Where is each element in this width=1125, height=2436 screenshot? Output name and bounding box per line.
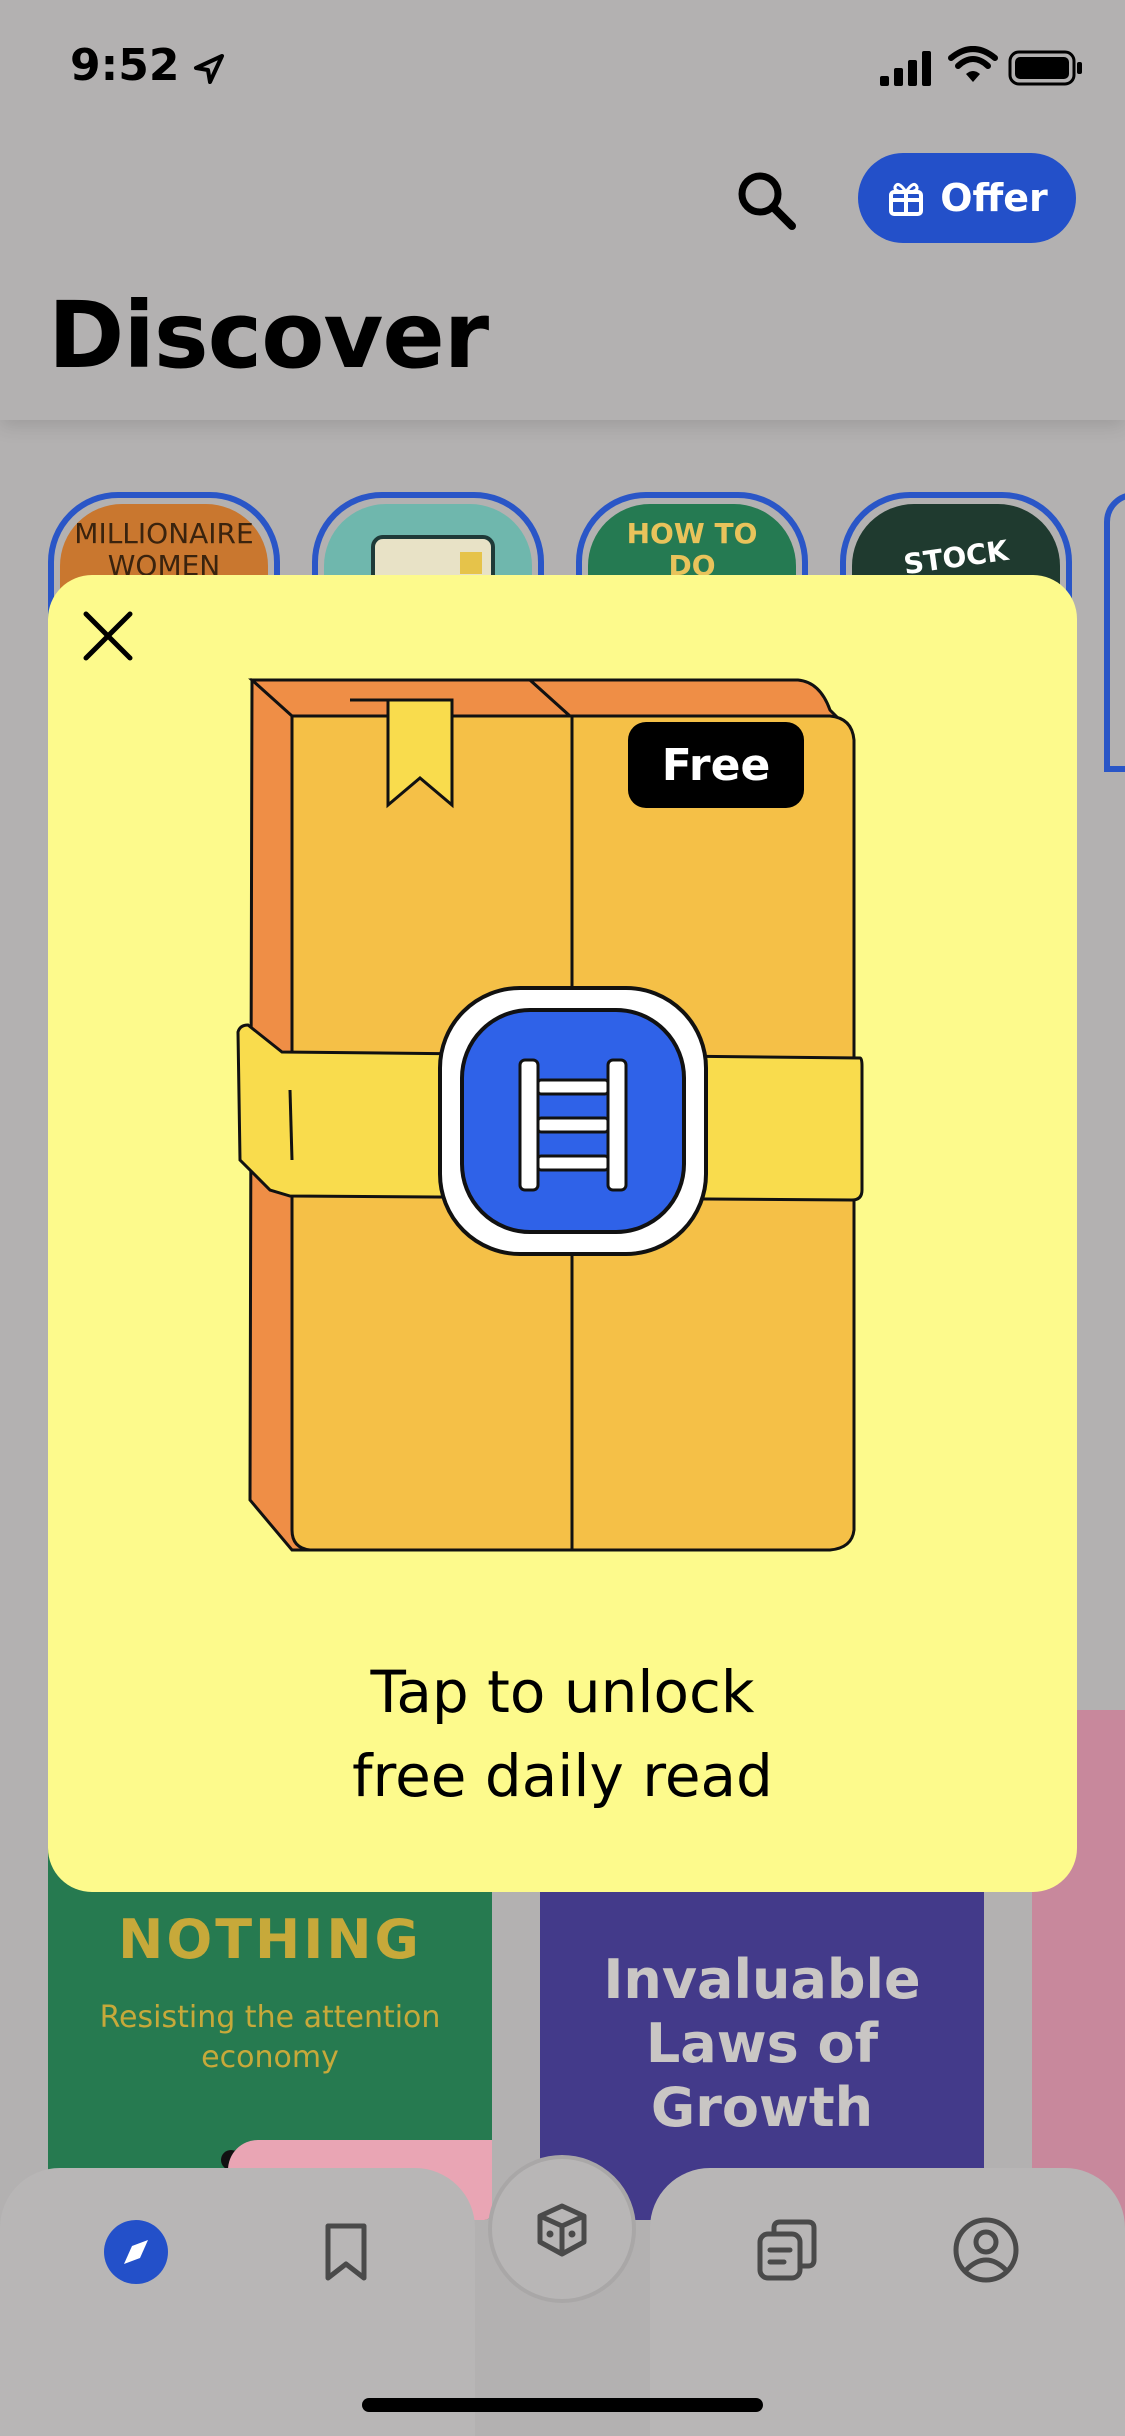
- battery-icon: [1008, 50, 1082, 86]
- gift-icon: [889, 182, 924, 216]
- location-arrow-icon: [194, 54, 224, 84]
- book-subtitle: Resisting the attention economy: [99, 2000, 441, 2075]
- free-badge: Free: [661, 739, 771, 791]
- close-icon[interactable]: [80, 608, 136, 664]
- book-title: Invaluable Laws of Growth: [603, 1948, 921, 2139]
- offer-label: Offer: [940, 176, 1048, 220]
- tab-bar-left: [0, 2168, 475, 2436]
- dice-icon[interactable]: [526, 2194, 598, 2266]
- compass-icon[interactable]: [102, 2218, 170, 2286]
- home-indicator[interactable]: [362, 2398, 763, 2412]
- story-title: MILLIONAIRE WOMEN: [74, 517, 254, 582]
- story-item[interactable]: [1104, 492, 1125, 772]
- search-icon[interactable]: [734, 168, 798, 232]
- offer-button[interactable]: Offer: [858, 153, 1076, 243]
- status-time: 9:52: [70, 40, 180, 91]
- user-icon[interactable]: [950, 2214, 1022, 2286]
- modal-message[interactable]: Tap to unlock free daily read: [48, 1650, 1077, 1818]
- wifi-icon: [948, 46, 998, 82]
- story-title: HOW TO DO: [626, 517, 758, 582]
- modal-line1: Tap to unlock: [370, 1658, 755, 1726]
- book-title: NOTHING: [118, 1908, 422, 1971]
- tab-bar-right: [650, 2168, 1125, 2436]
- cards-icon[interactable]: [750, 2214, 822, 2286]
- cellular-signal-icon: [880, 51, 931, 86]
- bookmark-icon[interactable]: [310, 2216, 382, 2288]
- modal-line2: free daily read: [352, 1742, 773, 1810]
- page-title: Discover: [48, 282, 489, 389]
